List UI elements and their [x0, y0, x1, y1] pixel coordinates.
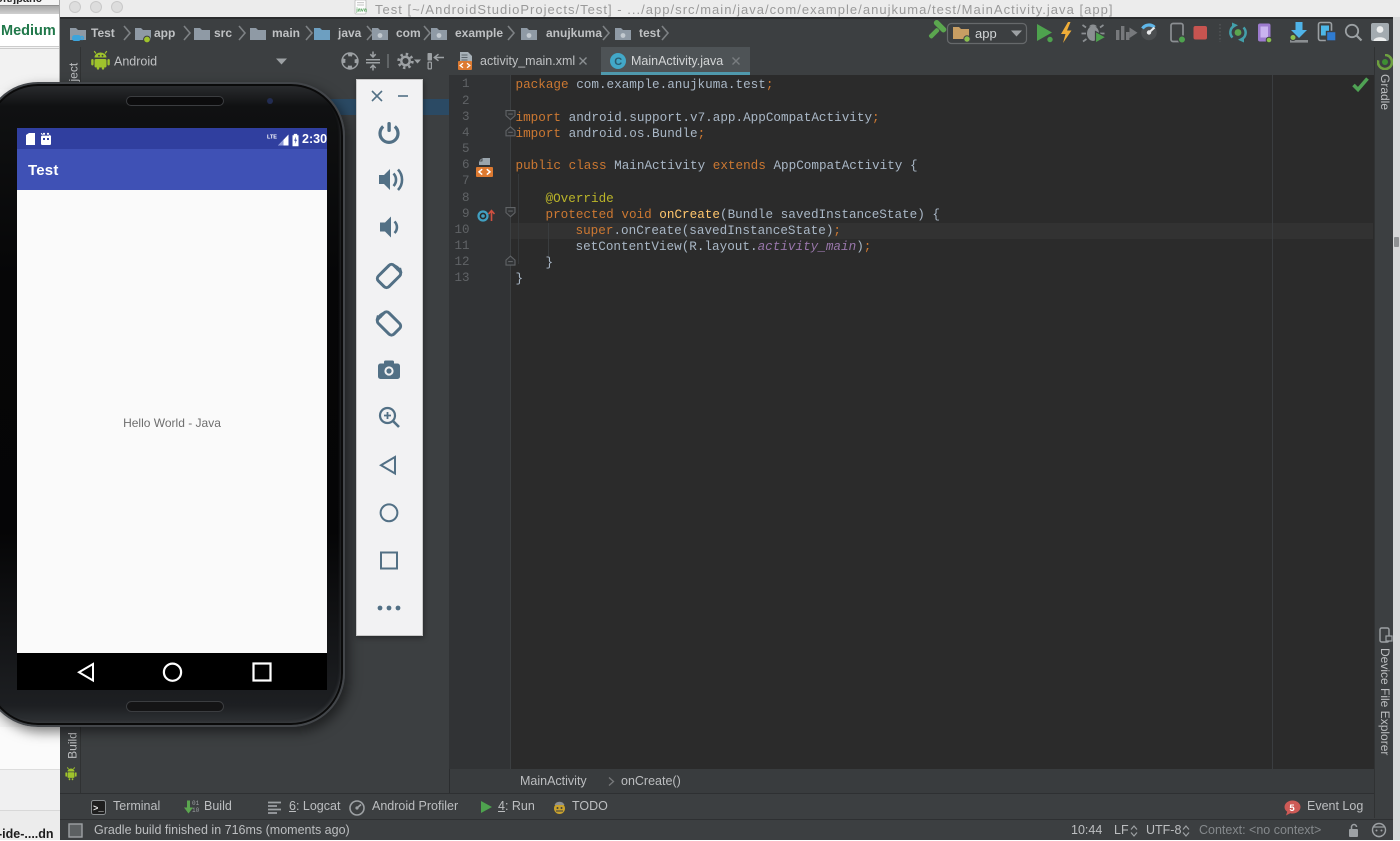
svg-text:10: 10: [192, 807, 199, 814]
svg-text:java: java: [355, 8, 368, 14]
svg-text:01: 01: [192, 800, 199, 807]
svg-text:Android: Android: [114, 55, 157, 69]
svg-text:5: 5: [1289, 803, 1295, 814]
svg-text:app: app: [975, 26, 997, 41]
svg-text:C: C: [614, 56, 622, 68]
svg-text:>_: >_: [93, 804, 104, 814]
svg-text:LTE: LTE: [267, 135, 277, 141]
